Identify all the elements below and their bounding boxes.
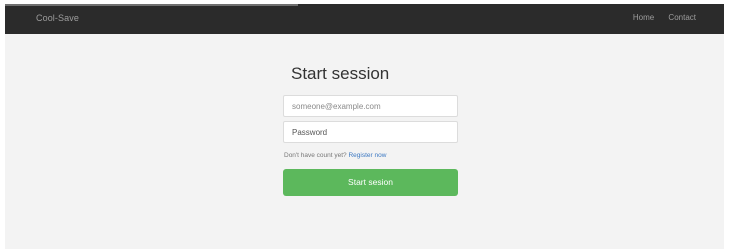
start-session-button[interactable]: Start sesion [283, 169, 458, 196]
top-navbar: Cool-Save Home Contact [5, 4, 724, 34]
navbar-top-line [5, 4, 298, 6]
register-hint-text: Don't have count yet? [284, 152, 347, 159]
password-field[interactable]: Password [283, 121, 458, 143]
nav-link-contact[interactable]: Contact [668, 13, 696, 22]
page-frame: Cool-Save Home Contact Start session som… [5, 4, 724, 249]
nav-link-home[interactable]: Home [633, 13, 654, 22]
register-link[interactable]: Register now [348, 152, 386, 159]
brand-logo[interactable]: Cool-Save [36, 13, 79, 23]
register-hint: Don't have count yet? Register now [284, 152, 386, 159]
page-title: Start session [291, 64, 390, 83]
nav-links: Home Contact [621, 13, 696, 22]
email-field[interactable]: someone@example.com [283, 95, 458, 117]
